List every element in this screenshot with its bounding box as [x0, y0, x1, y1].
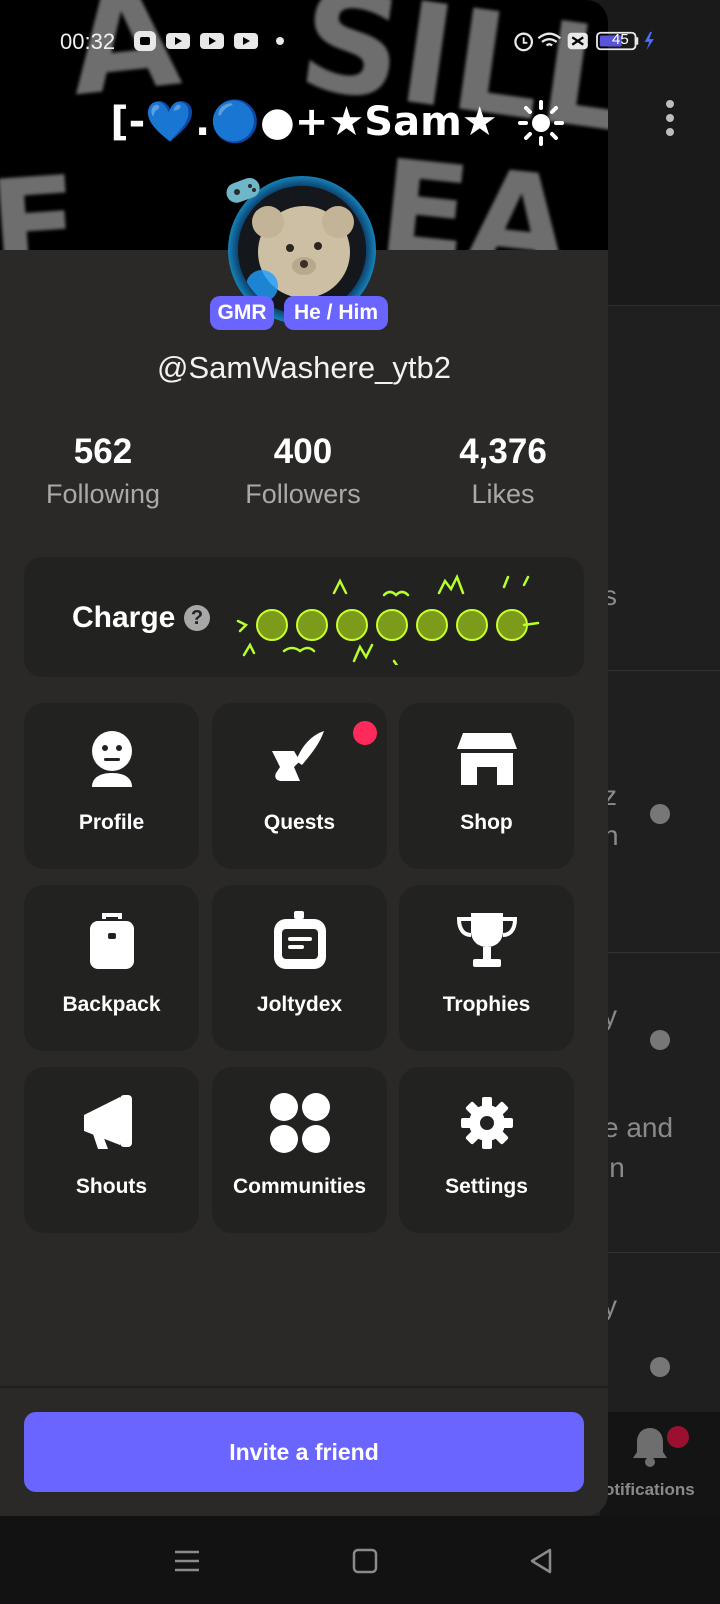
megaphone-icon — [84, 1095, 132, 1149]
charge-card[interactable]: Charge ? — [24, 557, 584, 677]
notification-badge — [667, 1426, 689, 1448]
divider — [600, 952, 720, 953]
shouts-button[interactable]: Shouts — [24, 1067, 199, 1233]
unread-dot — [650, 1357, 670, 1377]
profile-button[interactable]: Profile — [24, 703, 199, 869]
stat-value: 562 — [73, 432, 133, 471]
trophies-button[interactable]: Trophies — [399, 885, 574, 1051]
stat-value: 4,376 — [459, 432, 547, 471]
status-bar: 00:32 45 — [0, 0, 720, 82]
settings-button[interactable]: Settings — [399, 1067, 574, 1233]
notifications-label: otifications — [604, 1480, 695, 1499]
unread-dot — [650, 804, 670, 824]
more-options-icon[interactable] — [660, 100, 680, 144]
joltydex-label: Joltydex — [256, 993, 343, 1016]
username: @SamWashere_ytb2 — [157, 350, 451, 385]
display-name: [-💙.🔵●+★Sam★ — [110, 99, 498, 145]
help-icon[interactable]: ? — [184, 605, 210, 631]
back-icon[interactable] — [526, 1546, 556, 1576]
menu-icon[interactable] — [172, 1546, 202, 1576]
stat-likes[interactable]: 4,376 Likes — [403, 430, 603, 514]
shop-button[interactable]: Shop — [399, 703, 574, 869]
tag-badge: GMR — [210, 296, 274, 330]
shop-icon — [457, 733, 517, 785]
shouts-label: Shouts — [75, 1175, 148, 1198]
stat-following[interactable]: 562 Following — [3, 430, 203, 514]
status-time: 00:32 — [60, 29, 116, 54]
stat-label: Following — [45, 479, 161, 509]
controller-icon — [226, 177, 260, 203]
divider — [600, 1252, 720, 1253]
backpack-label: Backpack — [62, 993, 161, 1016]
profile-icon — [92, 731, 132, 787]
unread-dot — [650, 1030, 670, 1050]
quests-label: Quests — [263, 811, 336, 834]
backpack-icon — [90, 913, 134, 969]
system-status-icons — [514, 31, 654, 52]
stat-label: Followers — [245, 479, 361, 509]
profile-label: Profile — [78, 811, 145, 834]
new-badge — [353, 721, 377, 745]
notification-icons — [134, 31, 284, 51]
theme-toggle-icon[interactable] — [518, 100, 564, 146]
background-text: e and — [603, 1112, 674, 1143]
stat-followers[interactable]: 400 Followers — [203, 430, 403, 514]
shop-label: Shop — [460, 811, 513, 834]
battery-level: 45 — [612, 31, 629, 48]
bell-icon[interactable] — [630, 1424, 670, 1468]
charge-orbs — [236, 573, 540, 665]
joltydex-button[interactable]: Joltydex — [212, 885, 387, 1051]
divider — [600, 670, 720, 671]
system-nav-bar — [0, 1516, 720, 1604]
quests-button[interactable]: Quests — [212, 703, 387, 869]
pronouns-badge: He / Him — [284, 296, 388, 330]
invite-friend-button[interactable]: Invite a friend — [24, 1412, 584, 1492]
footer-divider — [0, 1386, 608, 1388]
profile-stats: 562 Following 400 Followers 4,376 Likes — [0, 430, 608, 520]
home-icon[interactable] — [350, 1546, 380, 1576]
profile-drawer: A SILL F EA [-💙.🔵●+★Sam★ GMR He / Him @S… — [0, 0, 608, 1516]
backpack-button[interactable]: Backpack — [24, 885, 199, 1051]
trophy-icon — [456, 913, 518, 967]
quests-icon — [272, 731, 324, 781]
stat-label: Likes — [471, 479, 535, 509]
trophies-label: Trophies — [442, 993, 531, 1016]
charge-label: Charge — [72, 601, 176, 634]
communities-button[interactable]: Communities — [212, 1067, 387, 1233]
communities-icon — [270, 1093, 330, 1153]
communities-label: Communities — [232, 1175, 366, 1198]
stat-value: 400 — [273, 432, 333, 471]
joltydex-icon — [274, 911, 326, 969]
settings-label: Settings — [445, 1175, 528, 1198]
gear-icon — [461, 1097, 513, 1149]
